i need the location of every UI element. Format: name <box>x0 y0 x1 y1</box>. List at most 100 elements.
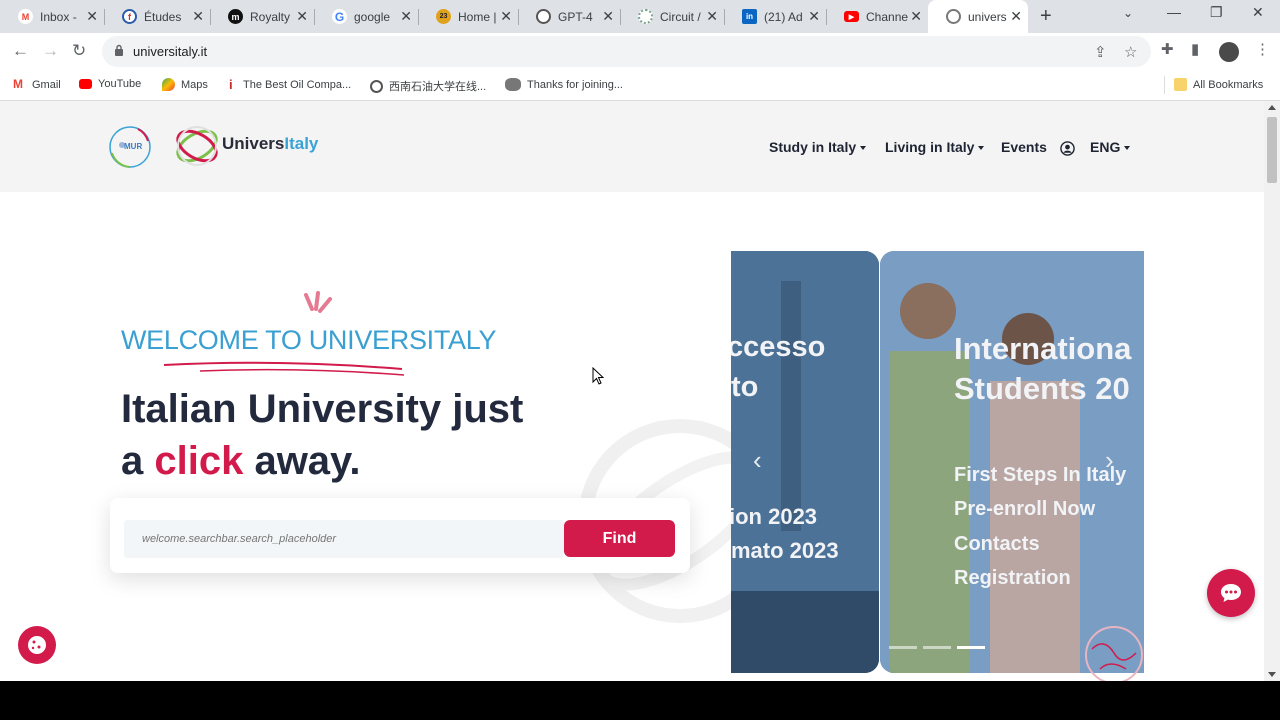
forward-icon[interactable]: → <box>42 41 59 61</box>
splash-decoration <box>304 291 332 313</box>
profile-avatar[interactable] <box>1219 42 1239 62</box>
close-tab-icon[interactable]: ✕ <box>910 8 922 25</box>
new-tab-icon[interactable]: + <box>1040 5 1052 28</box>
carousel-dot-active[interactable] <box>957 646 985 649</box>
nav-language[interactable]: ENG <box>1090 139 1131 155</box>
url-text: universitaly.it <box>133 44 208 59</box>
hero-carousel: ccesso to ion 2023 mato 2023 Internation… <box>731 251 1144 673</box>
openai-icon <box>536 9 551 24</box>
tab-channel[interactable]: ▶ Channe ✕ <box>826 4 928 29</box>
close-tab-icon[interactable]: ✕ <box>296 8 308 25</box>
browser-toolbar: ← → ↻ universitaly.it ⇪ ☆ ✚ ▮ ⋮ <box>0 33 1280 71</box>
search-input[interactable] <box>124 520 564 558</box>
bookmark-oil-company[interactable]: i The Best Oil Compa... <box>229 78 351 91</box>
youtube-icon <box>79 79 92 89</box>
link-pre-enroll[interactable]: Pre-enroll Now <box>954 498 1095 521</box>
address-bar[interactable]: universitaly.it ⇪ ☆ <box>102 36 1151 67</box>
medium-icon: m <box>228 9 243 24</box>
all-bookmarks[interactable]: All Bookmarks <box>1174 78 1263 91</box>
caret-down-icon <box>978 146 985 150</box>
bookmarks-bar: M Gmail YouTube Maps i The Best Oil Comp… <box>0 71 1280 101</box>
tab-linkedin[interactable]: in (21) Ad ✕ <box>724 4 827 29</box>
close-tab-icon[interactable]: ✕ <box>1010 8 1022 25</box>
back-icon[interactable]: ← <box>12 41 29 61</box>
universitaly-logo[interactable] <box>174 123 220 169</box>
web-page: MUR UniversItaly Study in Italy Living i… <box>0 101 1264 681</box>
menu-kebab-icon[interactable]: ⋮ <box>1255 40 1270 58</box>
gmail-icon: M <box>13 77 23 91</box>
folder-icon <box>1174 78 1187 91</box>
tab-etudes[interactable]: f Études ✕ <box>104 4 211 29</box>
bookmark-maps[interactable]: Maps <box>162 78 208 91</box>
side-panel-icon[interactable]: ▮ <box>1191 40 1199 58</box>
accessibility-globe-icon[interactable] <box>1070 623 1158 681</box>
mouse-cursor-icon <box>592 367 604 385</box>
info-icon: i <box>229 77 233 92</box>
minimize-icon[interactable]: — <box>1167 4 1181 20</box>
nav-living-in-italy[interactable]: Living in Italy <box>885 139 985 155</box>
carousel-prev-icon[interactable]: ‹ <box>753 445 762 476</box>
find-button[interactable]: Find <box>564 520 675 557</box>
tab-inbox[interactable]: M Inbox - ✕ <box>0 4 105 29</box>
carousel-dot[interactable] <box>889 646 917 649</box>
bookmark-youtube[interactable]: YouTube <box>79 78 141 90</box>
link-contacts[interactable]: Contacts <box>954 533 1040 556</box>
close-tab-icon[interactable]: ✕ <box>500 8 512 25</box>
raccoon-icon <box>505 78 521 91</box>
welcome-heading: WELCOME TO UNIVERSITALY <box>121 325 497 355</box>
google-icon: G <box>332 9 347 24</box>
bookmark-gmail[interactable]: M Gmail <box>13 78 61 91</box>
restore-icon[interactable]: ❐ <box>1210 4 1223 21</box>
carousel-dot[interactable] <box>923 646 951 649</box>
close-tab-icon[interactable]: ✕ <box>706 8 718 25</box>
extensions-icon[interactable]: ✚ <box>1161 40 1174 58</box>
tab-search-icon[interactable]: ⌄ <box>1123 6 1133 20</box>
close-window-icon[interactable]: ✕ <box>1252 4 1264 21</box>
share-icon[interactable]: ⇪ <box>1094 43 1107 61</box>
mur-logo[interactable]: MUR <box>108 125 152 169</box>
tab-circuit[interactable]: Circuit / ✕ <box>620 4 725 29</box>
site-header: MUR UniversItaly Study in Italy Living i… <box>0 101 1264 192</box>
scroll-up-icon[interactable] <box>1268 105 1276 110</box>
caret-down-icon <box>1124 146 1131 150</box>
youtube-icon: ▶ <box>844 11 859 22</box>
bookmark-star-icon[interactable]: ☆ <box>1124 43 1137 61</box>
browser-chrome: M Inbox - ✕ f Études ✕ m Royalty ✕ G goo… <box>0 0 1280 101</box>
page-scrollbar[interactable] <box>1264 101 1280 681</box>
link-registration[interactable]: Registration <box>954 567 1071 590</box>
chat-button[interactable] <box>1207 569 1255 617</box>
circuit-icon <box>638 9 653 24</box>
nav-events[interactable]: Events <box>1001 139 1047 155</box>
close-tab-icon[interactable]: ✕ <box>86 8 98 25</box>
tab-gpt4[interactable]: GPT-4 ✕ <box>518 4 621 29</box>
link-first-steps[interactable]: First Steps In Italy <box>954 464 1126 487</box>
close-tab-icon[interactable]: ✕ <box>192 8 204 25</box>
bookmark-swpu[interactable]: 西南石油大学在线... <box>370 78 486 94</box>
brand-name[interactable]: UniversItaly <box>222 134 318 154</box>
maps-icon <box>162 78 175 91</box>
cookie-settings-button[interactable] <box>18 626 56 664</box>
tab-royalty[interactable]: m Royalty ✕ <box>210 4 315 29</box>
close-tab-icon[interactable]: ✕ <box>400 8 412 25</box>
carousel-next-icon[interactable]: › <box>1105 445 1114 476</box>
nav-study-in-italy[interactable]: Study in Italy <box>769 139 867 155</box>
linkedin-icon: in <box>742 9 757 24</box>
caret-down-icon <box>860 146 867 150</box>
tab-home[interactable]: 23 Home | ✕ <box>418 4 519 29</box>
click-word: click <box>154 439 244 483</box>
close-tab-icon[interactable]: ✕ <box>602 8 614 25</box>
tab-google[interactable]: G google ✕ <box>314 4 419 29</box>
tab-strip: M Inbox - ✕ f Études ✕ m Royalty ✕ G goo… <box>0 0 1280 33</box>
scroll-thumb[interactable] <box>1267 117 1277 183</box>
close-tab-icon[interactable]: ✕ <box>808 8 820 25</box>
globe-icon <box>370 79 383 93</box>
universitaly-icon <box>946 9 961 24</box>
tab-universitaly[interactable]: univers ✕ <box>928 0 1028 33</box>
bookmark-thanks[interactable]: Thanks for joining... <box>505 78 623 91</box>
underline-swoosh <box>163 361 405 376</box>
hero-headline: Italian University just a click away. <box>121 387 524 483</box>
home-icon: 23 <box>436 9 451 24</box>
user-icon[interactable] <box>1060 141 1075 156</box>
reload-icon[interactable]: ↻ <box>72 41 86 61</box>
scroll-down-icon[interactable] <box>1268 672 1276 677</box>
